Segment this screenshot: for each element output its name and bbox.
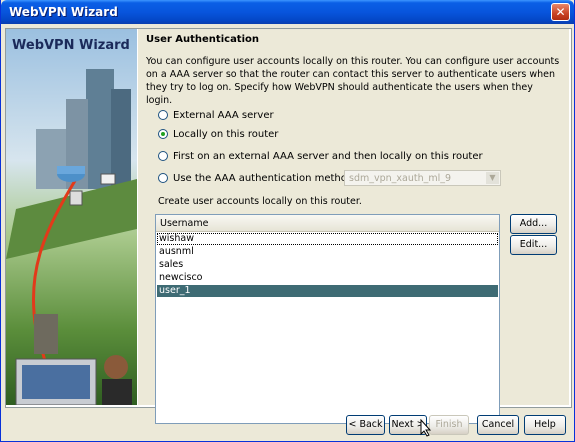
- radio-method-list[interactable]: Use the AAA authentication method list:: [158, 171, 374, 185]
- edit-button[interactable]: Edit...: [510, 235, 557, 255]
- radio-icon[interactable]: [158, 151, 168, 161]
- add-button[interactable]: Add...: [510, 214, 557, 234]
- column-header-username[interactable]: Username: [156, 215, 499, 232]
- user-accounts-table[interactable]: Username wishaw ausnml sales newcisco us…: [155, 214, 500, 424]
- mouse-pointer-icon: [420, 419, 432, 437]
- radio-icon[interactable]: [158, 173, 168, 183]
- radio-label: External AAA server: [173, 109, 274, 121]
- side-panel-title: WebVPN Wizard: [12, 38, 130, 53]
- close-button[interactable]: ✕: [551, 3, 570, 21]
- user-icon: [69, 190, 83, 206]
- radio-aaa-then-local[interactable]: First on an external AAA server and then…: [158, 149, 483, 163]
- section-title: User Authentication: [146, 34, 260, 45]
- radio-label: First on an external AAA server and then…: [173, 150, 483, 162]
- title-bar[interactable]: WebVPN Wizard ✕: [1, 0, 574, 24]
- table-row-selected[interactable]: user_1: [157, 285, 498, 297]
- radio-icon[interactable]: [158, 110, 168, 120]
- method-list-select[interactable]: sdm_vpn_xauth_ml_9 ▼: [344, 170, 501, 186]
- radio-locally[interactable]: Locally on this router: [158, 127, 278, 141]
- help-button[interactable]: Help: [524, 415, 566, 435]
- finish-button: Finish: [429, 415, 469, 435]
- webvpn-wizard-window: WebVPN Wizard ✕ WebVPN Wizard User Authe…: [0, 0, 575, 442]
- radio-external-aaa[interactable]: External AAA server: [158, 108, 274, 122]
- accounts-caption: Create user accounts locally on this rou…: [158, 196, 362, 207]
- column-header-label: Username: [160, 218, 209, 229]
- wizard-side-graphic: WebVPN Wizard: [6, 29, 137, 405]
- description-text: You can configure user accounts locally …: [146, 56, 560, 106]
- tower-icon: [34, 314, 58, 354]
- person-icon: [104, 355, 128, 379]
- main-panel: User Authentication You can configure us…: [138, 29, 569, 424]
- window-title: WebVPN Wizard: [9, 5, 118, 19]
- network-illustration: [6, 29, 137, 405]
- table-row[interactable]: ausnml: [157, 246, 498, 258]
- back-button[interactable]: < Back: [346, 415, 385, 435]
- table-row[interactable]: sales: [157, 259, 498, 271]
- wizard-footer: < Back Next > Finish Cancel Help: [1, 409, 574, 441]
- cancel-button[interactable]: Cancel: [477, 415, 519, 435]
- chevron-down-icon[interactable]: ▼: [486, 172, 499, 184]
- radio-checked-icon[interactable]: [158, 129, 168, 139]
- close-icon: ✕: [555, 5, 566, 19]
- radio-label: Locally on this router: [173, 128, 279, 140]
- method-list-value: sdm_vpn_xauth_ml_9: [349, 173, 452, 184]
- table-row[interactable]: wishaw: [157, 233, 498, 245]
- building-icon: [86, 69, 114, 189]
- table-row[interactable]: newcisco: [157, 272, 498, 284]
